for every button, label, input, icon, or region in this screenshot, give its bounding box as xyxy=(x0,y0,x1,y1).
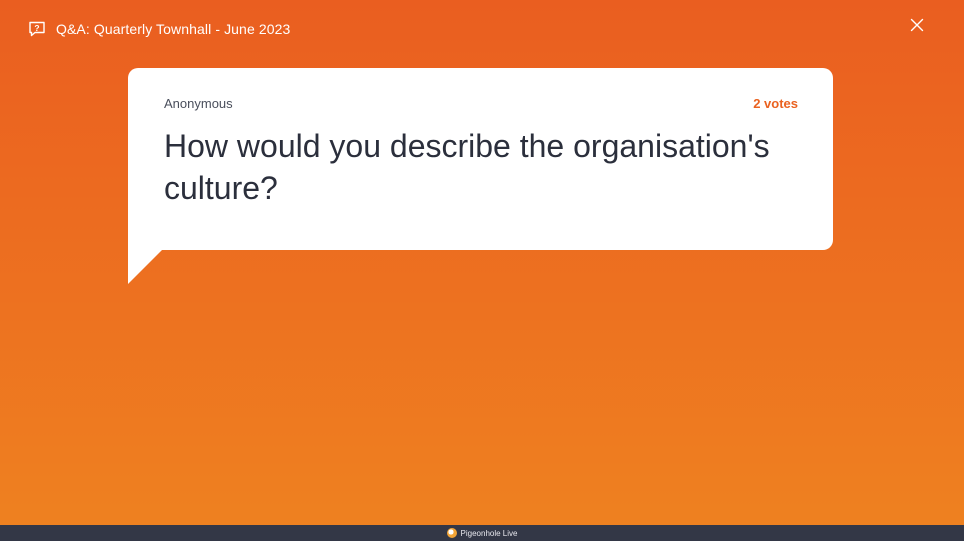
close-icon[interactable] xyxy=(908,16,926,34)
session-title: Q&A: Quarterly Townhall - June 2023 xyxy=(56,21,291,37)
question-card: Anonymous 2 votes How would you describe… xyxy=(128,68,833,250)
footer-bar: Pigeonhole Live xyxy=(0,525,964,541)
session-header: ? Q&A: Quarterly Townhall - June 2023 xyxy=(28,20,290,38)
speech-bubble-tail xyxy=(128,249,163,284)
presentation-stage: ? Q&A: Quarterly Townhall - June 2023 An… xyxy=(0,0,964,525)
footer-brand: Pigeonhole Live xyxy=(460,528,518,538)
vote-count: 2 votes xyxy=(753,96,798,111)
question-meta: Anonymous 2 votes xyxy=(164,96,798,111)
question-text: How would you describe the organisation'… xyxy=(164,128,770,206)
svg-text:?: ? xyxy=(34,23,39,33)
pigeonhole-logo-icon xyxy=(446,528,457,538)
question-author: Anonymous xyxy=(164,96,233,111)
chat-question-icon: ? xyxy=(29,21,45,37)
